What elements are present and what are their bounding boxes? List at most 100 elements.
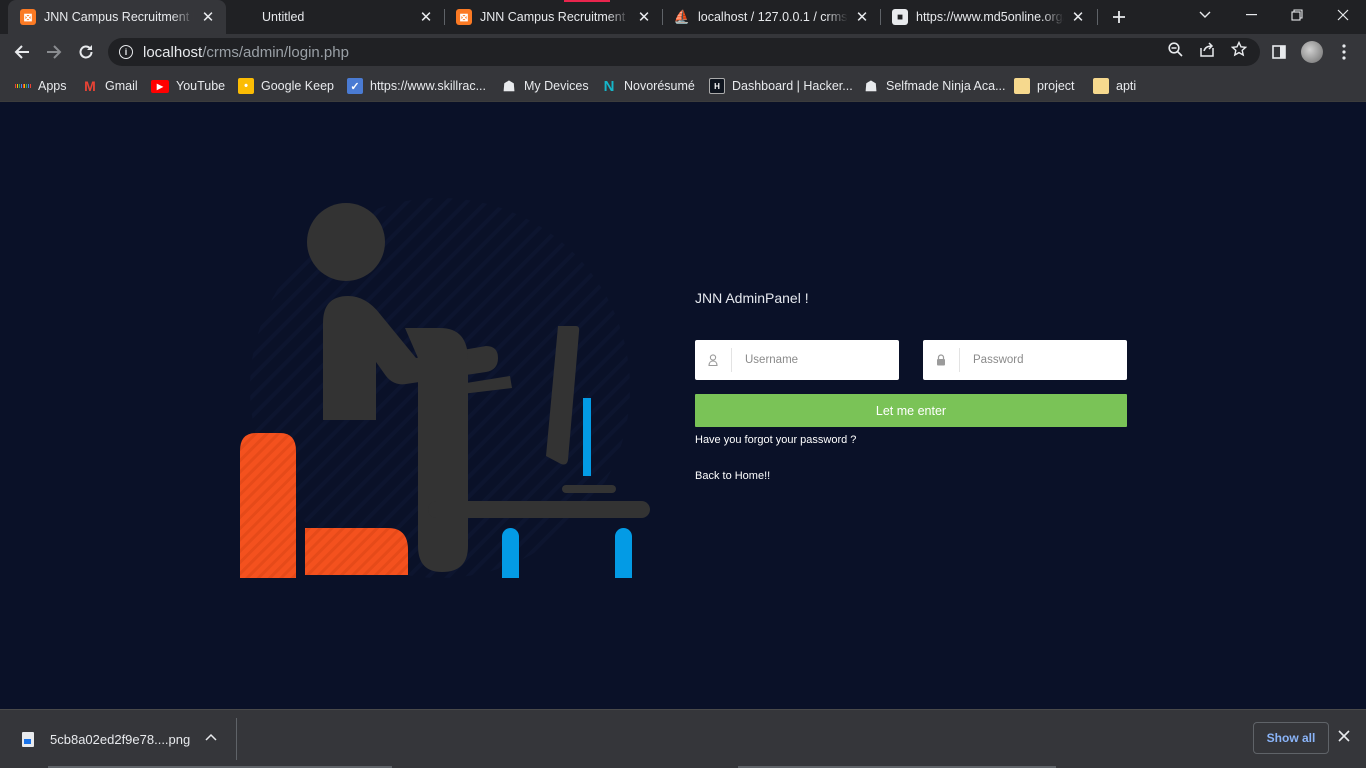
site-info-icon[interactable]: i [119, 45, 133, 59]
back-button[interactable] [8, 38, 36, 66]
password-field[interactable] [923, 340, 1127, 380]
blank-favicon-icon [238, 9, 246, 25]
tab-close-icon[interactable]: ✕ [418, 9, 434, 26]
chair-back [240, 433, 296, 578]
desk-leg-right [615, 528, 632, 578]
address-bar[interactable]: i localhost/crms/admin/login.php [108, 38, 1260, 66]
tab-jnn-campus-active[interactable]: ⊠ JNN Campus Recruitment Ma ✕ [8, 0, 226, 34]
bookmark-label: Dashboard | Hacker... [732, 79, 853, 93]
chevron-down-icon [1199, 11, 1211, 18]
folder-icon [1014, 78, 1030, 94]
user-icon [695, 348, 732, 372]
restore-icon [1291, 9, 1303, 21]
bookmark-label: Gmail [105, 79, 138, 93]
reload-button[interactable] [72, 38, 100, 66]
monitor-screen [583, 398, 591, 476]
bookmark-folder-project[interactable]: project [1014, 75, 1075, 97]
image-file-icon [22, 731, 34, 747]
password-input[interactable] [960, 354, 1127, 366]
bookmark-my-devices[interactable]: ☗ My Devices [501, 75, 589, 97]
url-path: /crms/admin/login.php [202, 43, 349, 61]
minimize-icon [1245, 14, 1257, 16]
bookmark-label: My Devices [524, 79, 589, 93]
xampp-icon: ⊠ [456, 9, 472, 25]
show-all-downloads-button[interactable]: Show all [1253, 722, 1329, 754]
minimize-button[interactable] [1228, 0, 1274, 30]
bookmark-novoresume[interactable]: N Novorésumé [601, 75, 695, 97]
tab-close-icon[interactable]: ✕ [854, 9, 870, 26]
tab-untitled[interactable]: Untitled ✕ [226, 0, 444, 34]
tab-title: https://www.md5online.org/m [916, 10, 1064, 24]
tab-close-icon[interactable]: ✕ [636, 9, 652, 26]
tab-separator [1097, 9, 1098, 25]
tab-phpmyadmin[interactable]: ⛵ localhost / 127.0.0.1 / crmsdb ✕ [662, 0, 880, 34]
phpmyadmin-icon: ⛵ [673, 9, 691, 24]
zoom-icon[interactable] [1166, 40, 1184, 58]
bookmarks-bar: Apps M Gmail ▶ YouTube • Google Keep ✓ h… [0, 70, 1366, 102]
person-head [307, 203, 385, 281]
bookmark-gmail[interactable]: M Gmail [82, 75, 138, 97]
plus-icon [1113, 11, 1125, 23]
tab-close-icon[interactable]: ✕ [1070, 9, 1086, 26]
bookmark-label: Apps [38, 79, 67, 93]
gmail-icon: M [84, 78, 96, 94]
tab-title: localhost / 127.0.0.1 / crmsdb [698, 10, 848, 24]
hackerrank-icon: H [709, 78, 725, 94]
download-shelf: 5cb8a02ed2f9e78....png Show all [0, 709, 1366, 768]
restore-button[interactable] [1274, 0, 1320, 30]
admin-panel-title: JNN AdminPanel ! [695, 290, 809, 306]
tab-jnn-campus[interactable]: ⊠ JNN Campus Recruitment Ma ✕ [444, 0, 662, 34]
lock-icon: ■ [892, 9, 908, 25]
back-to-home-link[interactable]: Back to Home!! [695, 470, 1127, 482]
bookmark-apps[interactable]: Apps [15, 75, 67, 97]
login-panel: JNN AdminPanel ! Let me enter Have you f… [695, 290, 1127, 482]
profile-avatar[interactable] [1301, 41, 1323, 63]
page-viewport: JNN AdminPanel ! Let me enter Have you f… [0, 102, 1366, 709]
monitor-base [562, 485, 616, 493]
side-panel-button[interactable] [1265, 38, 1293, 66]
reload-icon [79, 45, 93, 59]
folder-icon [1093, 78, 1109, 94]
download-separator [236, 718, 237, 760]
close-window-button[interactable] [1320, 0, 1366, 30]
bookmark-youtube[interactable]: ▶ YouTube [151, 75, 225, 97]
share-icon[interactable] [1198, 40, 1216, 58]
download-options-button[interactable] [205, 730, 217, 744]
bookmark-hackerrank[interactable]: H Dashboard | Hacker... [709, 75, 853, 97]
new-tab-button[interactable] [1108, 6, 1130, 28]
xampp-icon: ⊠ [20, 9, 36, 25]
arrow-right-icon [47, 45, 62, 59]
username-input[interactable] [732, 354, 899, 366]
browser-toolbar: i localhost/crms/admin/login.php [0, 34, 1366, 70]
side-panel-icon [1272, 45, 1286, 59]
bookmark-google-keep[interactable]: • Google Keep [238, 75, 334, 97]
admin-at-desk-illustration [240, 198, 650, 578]
credential-fields [695, 340, 1127, 380]
bookmark-label: Google Keep [261, 79, 334, 93]
ninja-icon: ☗ [864, 77, 878, 94]
lock-icon [923, 348, 960, 372]
bookmark-folder-apti[interactable]: apti [1093, 75, 1136, 97]
browser-menu-button[interactable] [1330, 38, 1358, 66]
bookmark-label: https://www.skillrac... [370, 79, 486, 93]
tab-md5online[interactable]: ■ https://www.md5online.org/m ✕ [880, 0, 1096, 34]
login-button[interactable]: Let me enter [695, 394, 1127, 427]
chevron-up-icon [205, 733, 217, 741]
bookmark-selfmade-ninja[interactable]: ☗ Selfmade Ninja Aca... [863, 75, 1006, 97]
bookmark-star-icon[interactable] [1230, 40, 1248, 58]
bookmark-label: YouTube [176, 79, 226, 93]
close-shelf-button[interactable] [1338, 727, 1350, 747]
bookmark-label: Novorésumé [624, 79, 695, 93]
download-item[interactable]: 5cb8a02ed2f9e78....png [12, 724, 190, 754]
forward-button[interactable] [40, 38, 68, 66]
tab-search-button[interactable] [1182, 0, 1228, 30]
tab-title: JNN Campus Recruitment Ma [44, 10, 194, 24]
username-field[interactable] [695, 340, 899, 380]
bookmark-skillrack[interactable]: ✓ https://www.skillrac... [347, 75, 486, 97]
url-text[interactable]: localhost/crms/admin/login.php [143, 44, 349, 61]
forgot-password-link[interactable]: Have you forgot your password ? [695, 434, 1127, 446]
devices-icon: ☗ [502, 77, 516, 94]
tab-close-icon[interactable]: ✕ [200, 9, 216, 26]
chair-seat [305, 528, 408, 575]
apps-grid-icon [15, 78, 32, 94]
